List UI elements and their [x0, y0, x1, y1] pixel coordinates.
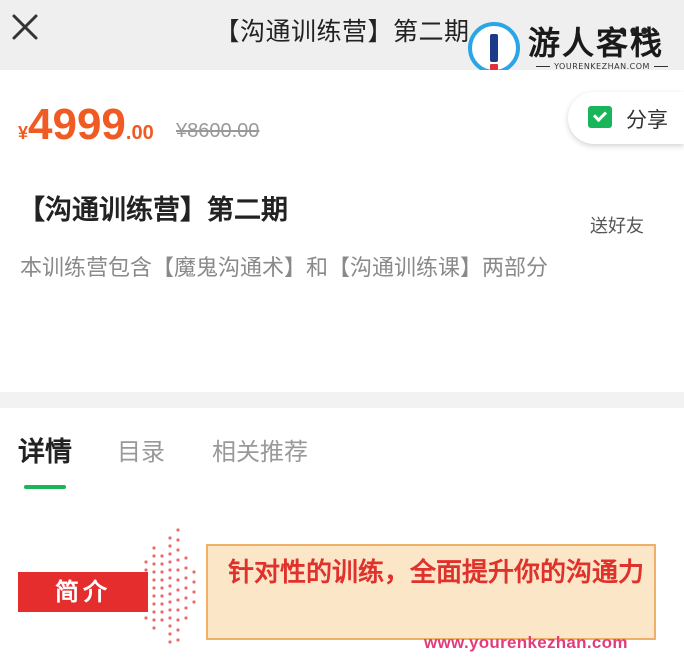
watermark-url: www.yourenkezhan.com: [424, 633, 628, 652]
watermark-name: 游人客栈: [528, 24, 665, 62]
watermark-emblem: [468, 22, 520, 74]
price-integer: 4999: [28, 100, 126, 149]
current-price: ¥4999.00: [18, 100, 154, 150]
slogan-box: 针对性的训练，全面提升你的沟通力: [206, 544, 656, 640]
original-price: ¥8600.00: [176, 120, 260, 142]
share-icon: [588, 106, 612, 128]
tab-catalog[interactable]: 目录: [117, 432, 165, 467]
slogan-text: 针对性的训练，全面提升你的沟通力: [228, 558, 645, 588]
share-sublabel[interactable]: 送好友: [590, 212, 644, 238]
share-label: 分享: [626, 108, 668, 132]
share-button[interactable]: 分享: [568, 92, 684, 144]
active-tab-indicator: [24, 485, 66, 489]
tab-recommendations[interactable]: 相关推荐: [212, 432, 308, 467]
course-title: 【沟通训练营】第二期: [18, 195, 288, 226]
watermark-logo: 游人客栈 YOURENKEZHAN.COM: [462, 18, 684, 78]
intro-tag: 简介: [18, 572, 148, 612]
price-decimal: .00: [125, 122, 154, 144]
price-currency: ¥: [18, 123, 29, 143]
course-description: 本训练营包含【魔鬼沟通术】和【沟通训练课】两部分: [20, 256, 549, 281]
section-divider: [0, 392, 684, 408]
tab-details[interactable]: 详情: [18, 430, 72, 469]
